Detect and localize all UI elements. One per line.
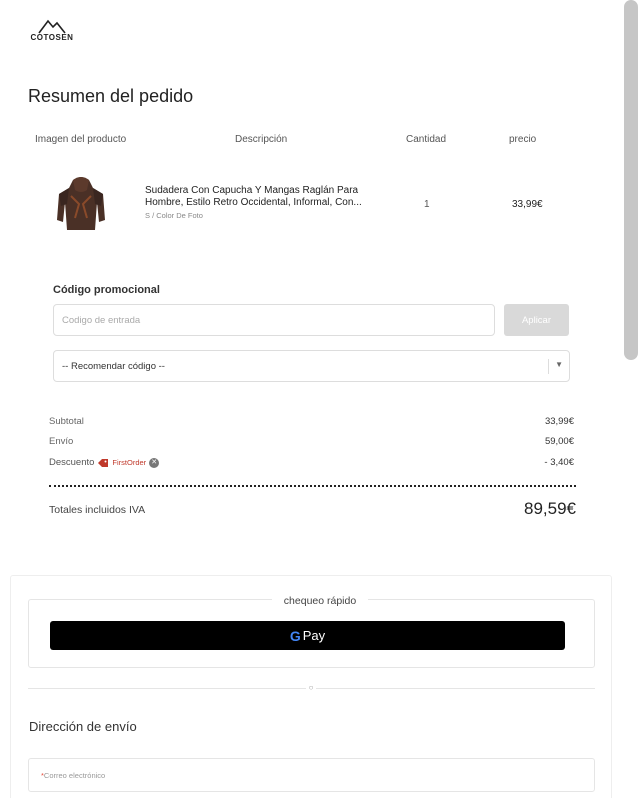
column-header-price: precio [509,134,537,145]
quick-checkout-label: chequeo rápido [271,595,369,607]
apply-button[interactable]: Aplicar [504,304,569,336]
shipping-value: 59,00€ [544,436,574,447]
coupon-code: FirstOrder [112,458,147,467]
google-pay-button[interactable]: G Pay [50,621,565,650]
subtotal-label: Subtotal [49,416,84,427]
remove-coupon-icon[interactable]: ✕ [149,457,160,468]
select-separator [548,359,549,374]
divider-circle-icon: ○ [306,683,316,693]
promo-code-input[interactable] [53,304,495,336]
product-price: 33,99€ [512,199,543,210]
brand-logo[interactable]: COTOSEN [29,18,75,50]
discount-value: - 3,40€ [544,457,574,468]
shipping-label: Envío [49,436,74,447]
email-field-label: *Correo electrónico [41,771,106,780]
order-summary-title: Resumen del pedido [28,86,194,106]
scrollbar[interactable] [624,0,638,360]
brand-name: COTOSEN [30,33,74,42]
discount-label: Descuento [49,457,95,468]
summary-divider [49,485,576,487]
total-label: Totales incluidos IVA [49,504,146,516]
google-g-icon: G [289,627,301,644]
subtotal-value: 33,99€ [544,416,574,427]
product-quantity: 1 [424,199,430,210]
chevron-down-icon: ▼ [555,360,563,369]
email-field[interactable]: *Correo electrónico [28,758,595,792]
discount-row: Descuento FirstOrder ✕ [49,457,160,468]
column-header-image: Imagen del producto [35,134,127,145]
recommend-code-label: -- Recomendar código -- [62,361,165,372]
shipping-address-title: Dirección de envío [29,719,137,734]
product-name[interactable]: Sudadera Con Capucha Y Mangas Raglán Par… [145,185,375,209]
promo-code-title: Código promocional [53,284,160,296]
quick-checkout-heading: chequeo rápido [0,595,640,607]
column-header-quantity: Cantidad [406,134,447,145]
google-pay-label: Pay [302,628,326,643]
product-image[interactable] [53,174,109,232]
total-value: 89,59€ [524,499,576,518]
tag-icon [98,458,109,467]
column-header-description: Descripción [235,134,288,145]
mountain-logo-icon [38,19,66,34]
recommend-code-select[interactable]: -- Recomendar código -- ▼ [53,350,570,382]
product-variant: S / Color De Foto [145,211,203,220]
